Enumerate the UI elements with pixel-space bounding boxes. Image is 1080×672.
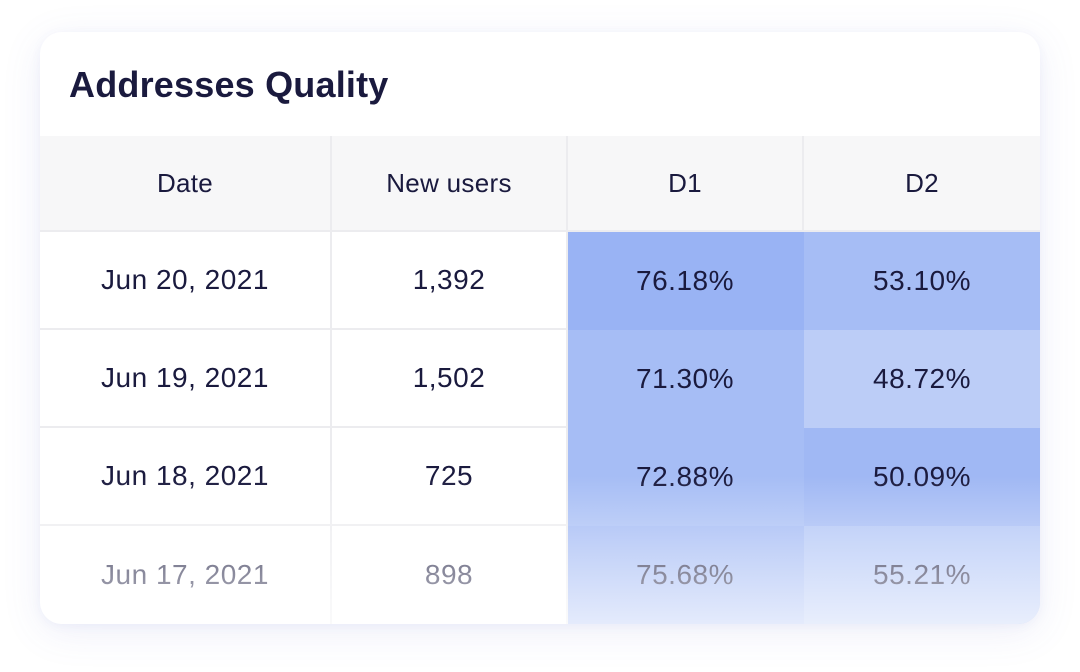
- table-row[interactable]: Jun 17, 2021 898 75.68% 55.21%: [40, 526, 1040, 624]
- retention-table: Date New users D1 D2 Jun 20, 2021 1,392 …: [40, 136, 1040, 624]
- table-row[interactable]: Jun 19, 2021 1,502 71.30% 48.72%: [40, 330, 1040, 428]
- new-users-cell: 725: [332, 428, 568, 526]
- table-row[interactable]: Jun 18, 2021 725 72.88% 50.09%: [40, 428, 1040, 526]
- addresses-quality-card: Addresses Quality Date New users D1 D2 J…: [40, 32, 1040, 624]
- d1-cell: 71.30%: [568, 330, 804, 428]
- column-header-new-users[interactable]: New users: [332, 136, 568, 230]
- new-users-cell: 1,502: [332, 330, 568, 428]
- d1-cell: 76.18%: [568, 232, 804, 330]
- d2-cell: 53.10%: [804, 232, 1040, 330]
- column-header-date[interactable]: Date: [40, 136, 332, 230]
- date-cell: Jun 17, 2021: [40, 526, 332, 624]
- column-header-d1[interactable]: D1: [568, 136, 804, 230]
- table-row[interactable]: Jun 20, 2021 1,392 76.18% 53.10%: [40, 232, 1040, 330]
- d1-cell: 75.68%: [568, 526, 804, 624]
- new-users-cell: 898: [332, 526, 568, 624]
- d2-cell: 50.09%: [804, 428, 1040, 526]
- table-header-row: Date New users D1 D2: [40, 136, 1040, 232]
- card-title: Addresses Quality: [69, 64, 389, 105]
- date-cell: Jun 20, 2021: [40, 232, 332, 330]
- new-users-cell: 1,392: [332, 232, 568, 330]
- column-header-d2[interactable]: D2: [804, 136, 1040, 230]
- d2-cell: 48.72%: [804, 330, 1040, 428]
- date-cell: Jun 18, 2021: [40, 428, 332, 526]
- date-cell: Jun 19, 2021: [40, 330, 332, 428]
- d2-cell: 55.21%: [804, 526, 1040, 624]
- d1-cell: 72.88%: [568, 428, 804, 526]
